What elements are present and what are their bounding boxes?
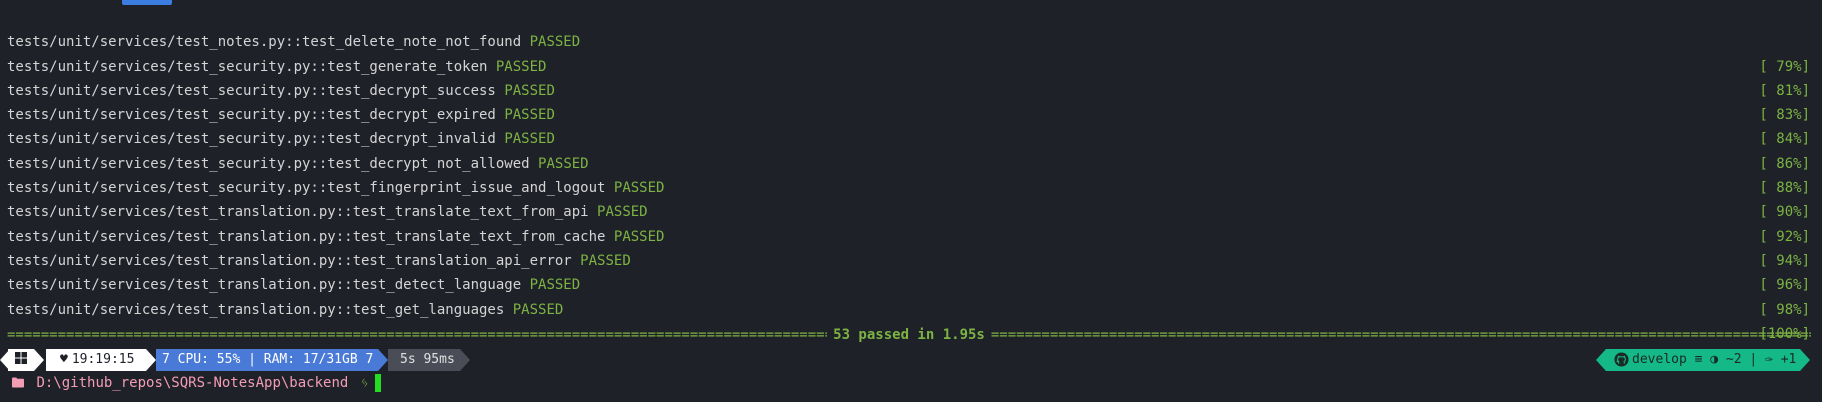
system-text: 7 CPU: 55% | RAM: 17/31GB 7 [162,352,374,367]
test-status: PASSED [512,301,564,318]
test-result-line: tests/unit/services/test_security.py::te… [0,30,1822,99]
duration-text: 5s 95ms [400,352,455,367]
prompt-status-bar: ♥ 19:19:15 7 CPU: 55% | RAM: 17/31GB 7 5s… [0,349,1822,371]
prompt-line[interactable]: D:\github_repos\SQRS-NotesApp\backend ᛃ [12,372,381,394]
system-segment: 7 CPU: 55% | RAM: 17/31GB 7 [156,349,378,371]
os-segment [8,349,34,371]
time-text: 19:19:15 [71,352,135,367]
active-tab-indicator [122,0,172,5]
text-cursor[interactable] [374,374,381,392]
test-result-line: tests/unit/services/test_translation.py:… [0,249,1822,317]
test-result-line: tests/unit/services/test_translation.py:… [0,273,1822,342]
current-path: D:\github_repos\SQRS-NotesApp\backend [36,375,349,391]
github-icon [1614,352,1629,375]
git-segment: develop ≡ ◑ ~2 | ✑ +1 [1606,349,1800,371]
segment-separator [1596,349,1606,371]
duration-segment: 5s 95ms [388,349,460,371]
test-result-line: tests/unit/services/test_security.py::te… [0,55,1822,123]
test-name: tests/unit/services/test_translation.py:… [7,301,564,318]
test-result-line: tests/unit/services/test_security.py::te… [0,103,1822,171]
test-result-line: tests/unit/services/test_notes.py::test_… [0,6,1822,74]
test-progress: [ 98%] [1759,301,1810,318]
shell-prompt-icon: ᛃ [360,375,369,391]
windows-icon [15,352,27,367]
test-result-line: tests/unit/services/test_translation.py:… [0,200,1822,269]
test-output: tests/unit/services/test_notes.py::test_… [0,6,1822,342]
test-result-line: tests/unit/services/test_security.py::te… [0,79,1822,147]
test-result-line: tests/unit/services/test_translation.py:… [0,176,1822,244]
segment-separator [146,349,156,371]
segment-separator [378,349,388,371]
test-result-line: tests/unit/services/test_security.py::te… [0,152,1822,220]
summary-text: 53 passed in 1.95s [833,327,985,343]
summary-line: ========================================… [7,323,1811,347]
heart-icon: ♥ [60,352,68,367]
git-status-text: develop ≡ ◑ ~2 | ✑ +1 [1632,352,1797,367]
folder-icon [12,375,32,391]
segment-separator [460,349,470,371]
segment-cap [1800,349,1810,371]
summary-rule-left: ========================================… [7,327,827,343]
summary-rule-right: ========================================… [990,327,1811,343]
test-result-line: tests/unit/services/test_security.py::te… [0,127,1822,196]
segment-separator [34,349,44,371]
time-segment: ♥ 19:19:15 [46,349,146,371]
test-result-line: tests/unit/services/test_translation.py:… [0,225,1822,293]
